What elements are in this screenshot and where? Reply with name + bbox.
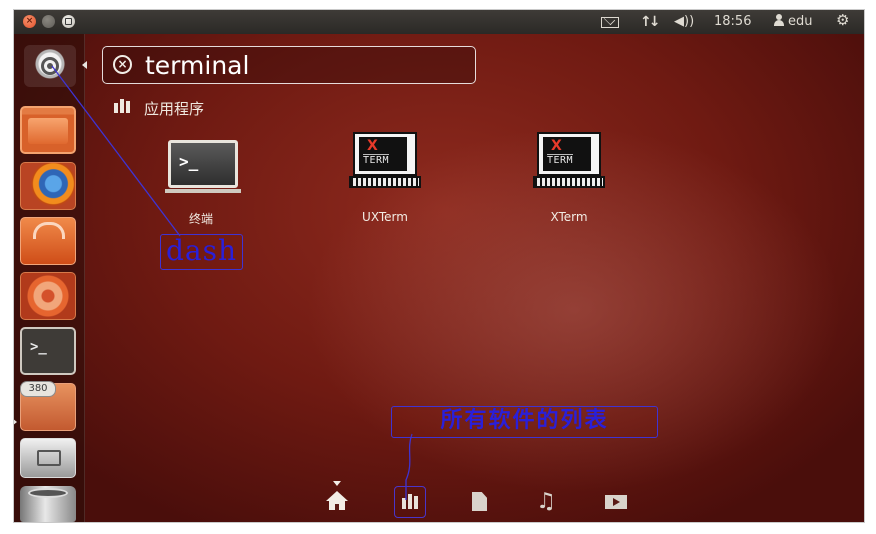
clear-search-icon[interactable]: × [113,55,132,74]
annotation-connector-lines [51,65,413,500]
launcher: 380 [14,34,85,522]
dash-search-bar[interactable]: × [102,46,476,84]
update-count-badge: 380 [20,381,56,397]
ubuntu-logo-icon [41,57,59,75]
user-name: edu [788,14,813,29]
software-center-launcher-icon[interactable] [20,217,76,265]
top-panel: × ↑↓ ◀)) 18:56 edu ⚙ [14,10,864,34]
network-icon[interactable]: ↑↓ [640,14,661,30]
active-indicator-arrow [82,61,87,69]
minimize-window-button[interactable] [42,15,55,28]
sound-icon[interactable]: ◀)) [674,14,694,30]
xterm-icon: X TERM [349,132,423,190]
terminal-launcher-icon[interactable] [20,327,76,375]
files-launcher-icon[interactable] [20,106,76,154]
session-gear-icon[interactable]: ⚙ [836,12,849,28]
result-label: 终端 [188,212,213,226]
firefox-launcher-icon[interactable] [20,162,76,210]
workspace-switcher-launcher-icon[interactable] [20,438,76,478]
files-lens-icon[interactable] [468,490,492,514]
mail-icon[interactable] [601,14,621,30]
system-settings-launcher-icon[interactable] [20,272,76,320]
desktop: × ↑↓ ◀)) 18:56 edu ⚙ 380 × 应用程序 [14,10,864,522]
dash-home-button[interactable] [24,45,76,87]
result-label: UXTerm [362,210,408,224]
lens-bar: ♫ [14,480,864,522]
terminal-icon [165,140,241,193]
category-label: 应用程序 [144,100,205,118]
music-lens-icon[interactable]: ♫ [534,490,558,514]
applications-category-icon [114,99,132,113]
user-icon [774,14,784,26]
category-heading: 应用程序 [114,98,204,118]
annotation-dash-label: dash [160,234,244,270]
annotation-all-software-label: 所有软件的列表 [391,406,658,438]
search-input[interactable] [145,50,465,80]
home-lens-icon[interactable] [325,490,349,514]
close-window-button[interactable]: × [23,15,36,28]
applications-lens-icon[interactable] [394,486,426,518]
running-indicator [14,418,17,426]
maximize-window-button[interactable] [62,15,75,28]
clock[interactable]: 18:56 [714,14,751,30]
user-menu[interactable]: edu [774,14,813,30]
result-label: XTerm [550,210,588,224]
xterm-icon: X TERM [533,132,607,190]
video-lens-icon[interactable] [604,490,628,514]
